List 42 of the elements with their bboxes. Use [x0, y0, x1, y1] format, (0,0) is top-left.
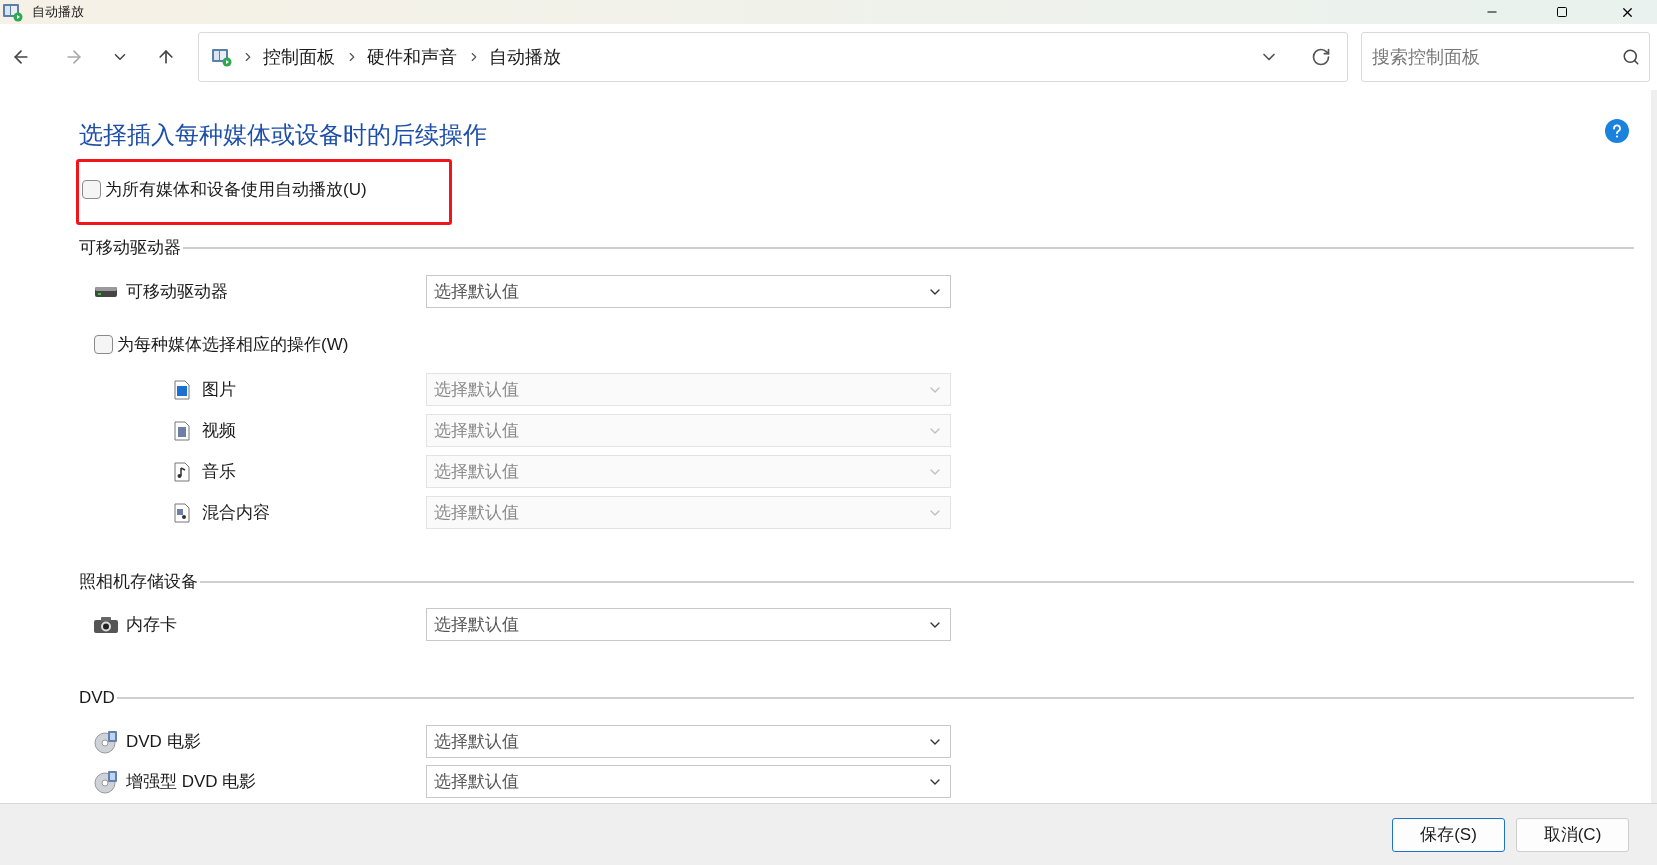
drive-icon: [95, 285, 117, 298]
control-panel-icon: [2, 2, 24, 22]
breadcrumb[interactable]: 自动播放: [489, 43, 561, 71]
dropdown[interactable]: 选择默认值: [426, 608, 951, 641]
checkbox[interactable]: [94, 335, 113, 354]
camera-icon: [94, 615, 118, 634]
checkbox-label[interactable]: 为每种媒体选择相应的操作(W): [117, 331, 349, 358]
device-label: 图片: [202, 378, 236, 401]
breadcrumb[interactable]: 硬件和声音: [367, 43, 457, 71]
music-file-icon: [174, 461, 190, 482]
control-panel-icon: [211, 47, 233, 67]
image-file-icon: [174, 379, 190, 400]
disc-icon: [94, 769, 118, 794]
device-label: 可移动驱动器: [126, 280, 228, 303]
video-file-icon: [174, 420, 190, 441]
dropdown[interactable]: 选择默认值: [426, 275, 951, 308]
device-label: 混合内容: [202, 501, 270, 524]
disc-icon: [94, 729, 118, 754]
maximize-icon: [1556, 6, 1568, 18]
device-label: 增强型 DVD 电影: [126, 770, 257, 793]
device-label: 视频: [202, 419, 236, 442]
checkbox[interactable]: [82, 180, 101, 200]
section-title: 可移动驱动器: [79, 237, 181, 260]
checkbox-label[interactable]: 为所有媒体和设备使用自动播放(U): [105, 177, 367, 203]
search-icon: [1622, 48, 1640, 66]
help-icon[interactable]: [1605, 119, 1629, 143]
window-title: 自动播放: [32, 3, 84, 22]
section-title: 照相机存储设备: [79, 571, 198, 594]
dropdown[interactable]: 选择默认值: [426, 765, 951, 798]
dropdown[interactable]: 选择默认值: [426, 725, 951, 758]
device-label: 内存卡: [126, 613, 177, 636]
device-label: 音乐: [202, 460, 236, 483]
address-bar[interactable]: 控制面板 硬件和声音 自动播放: [198, 32, 1348, 82]
cancel-button[interactable]: 取消(C): [1516, 817, 1629, 852]
section-title: DVD: [79, 687, 115, 710]
mixed-file-icon: [174, 502, 190, 523]
breadcrumb[interactable]: 控制面板: [263, 43, 335, 71]
search-field[interactable]: 搜索控制面板: [1361, 32, 1650, 82]
refresh-icon[interactable]: [1311, 47, 1331, 67]
page-heading: 选择插入每种媒体或设备时的后续操作: [79, 120, 487, 150]
device-label: DVD 电影: [126, 730, 201, 753]
save-button[interactable]: 保存(S): [1392, 817, 1505, 852]
